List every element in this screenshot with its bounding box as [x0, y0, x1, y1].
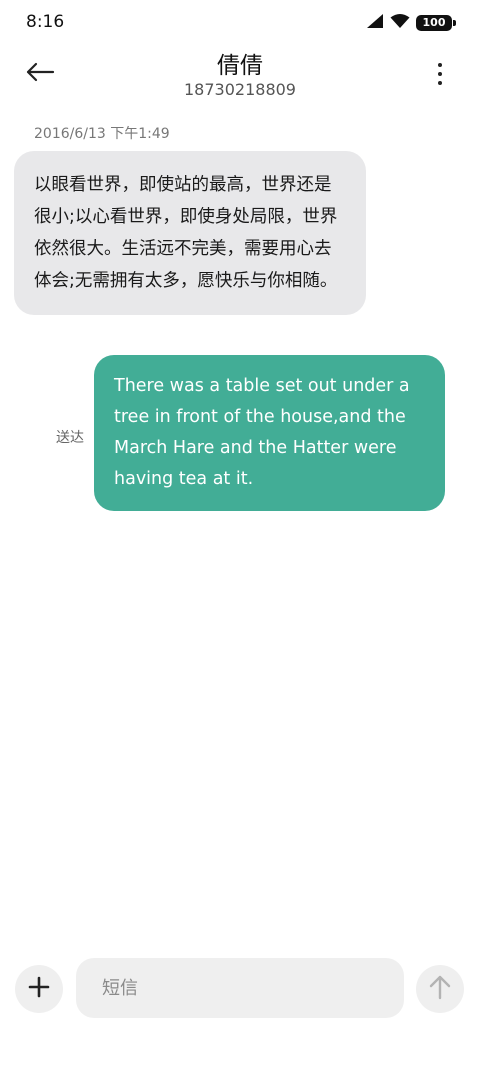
add-attachment-button[interactable] [15, 965, 63, 1013]
more-vertical-icon-dot [438, 63, 442, 67]
battery-icon: 100 [416, 15, 456, 31]
send-button[interactable] [416, 965, 464, 1013]
contact-name[interactable]: 倩倩 [0, 46, 480, 80]
messaging-screen: 8:16 100 倩倩 18730218809 2016/6/13 下午1:49… [0, 0, 480, 1066]
status-time: 8:16 [26, 12, 65, 32]
contact-number[interactable]: 18730218809 [0, 80, 480, 99]
battery-tip [453, 20, 456, 26]
conversation-header: 倩倩 18730218809 [0, 44, 480, 104]
delivery-status: 送达 [56, 430, 84, 446]
message-input[interactable] [100, 976, 380, 1000]
battery-level: 100 [422, 16, 446, 29]
more-vertical-icon-dot [438, 81, 442, 85]
message-input-container[interactable] [76, 958, 404, 1018]
sent-message-bubble[interactable]: There was a table set out under a tree i… [94, 355, 445, 511]
message-timestamp: 2016/6/13 下午1:49 [34, 126, 170, 142]
received-message-bubble[interactable]: 以眼看世界，即使站的最高，世界还是很小;以心看世界，即使身处局限，世界依然很大。… [14, 151, 366, 315]
more-vertical-icon-dot [438, 72, 442, 76]
arrow-up-icon [429, 974, 451, 1004]
plus-icon [28, 976, 50, 1002]
wifi-icon [390, 13, 410, 33]
more-options-button[interactable] [430, 58, 450, 90]
status-bar: 8:16 100 [0, 0, 480, 44]
signal-icon [366, 13, 384, 33]
status-icons: 100 [366, 13, 456, 33]
